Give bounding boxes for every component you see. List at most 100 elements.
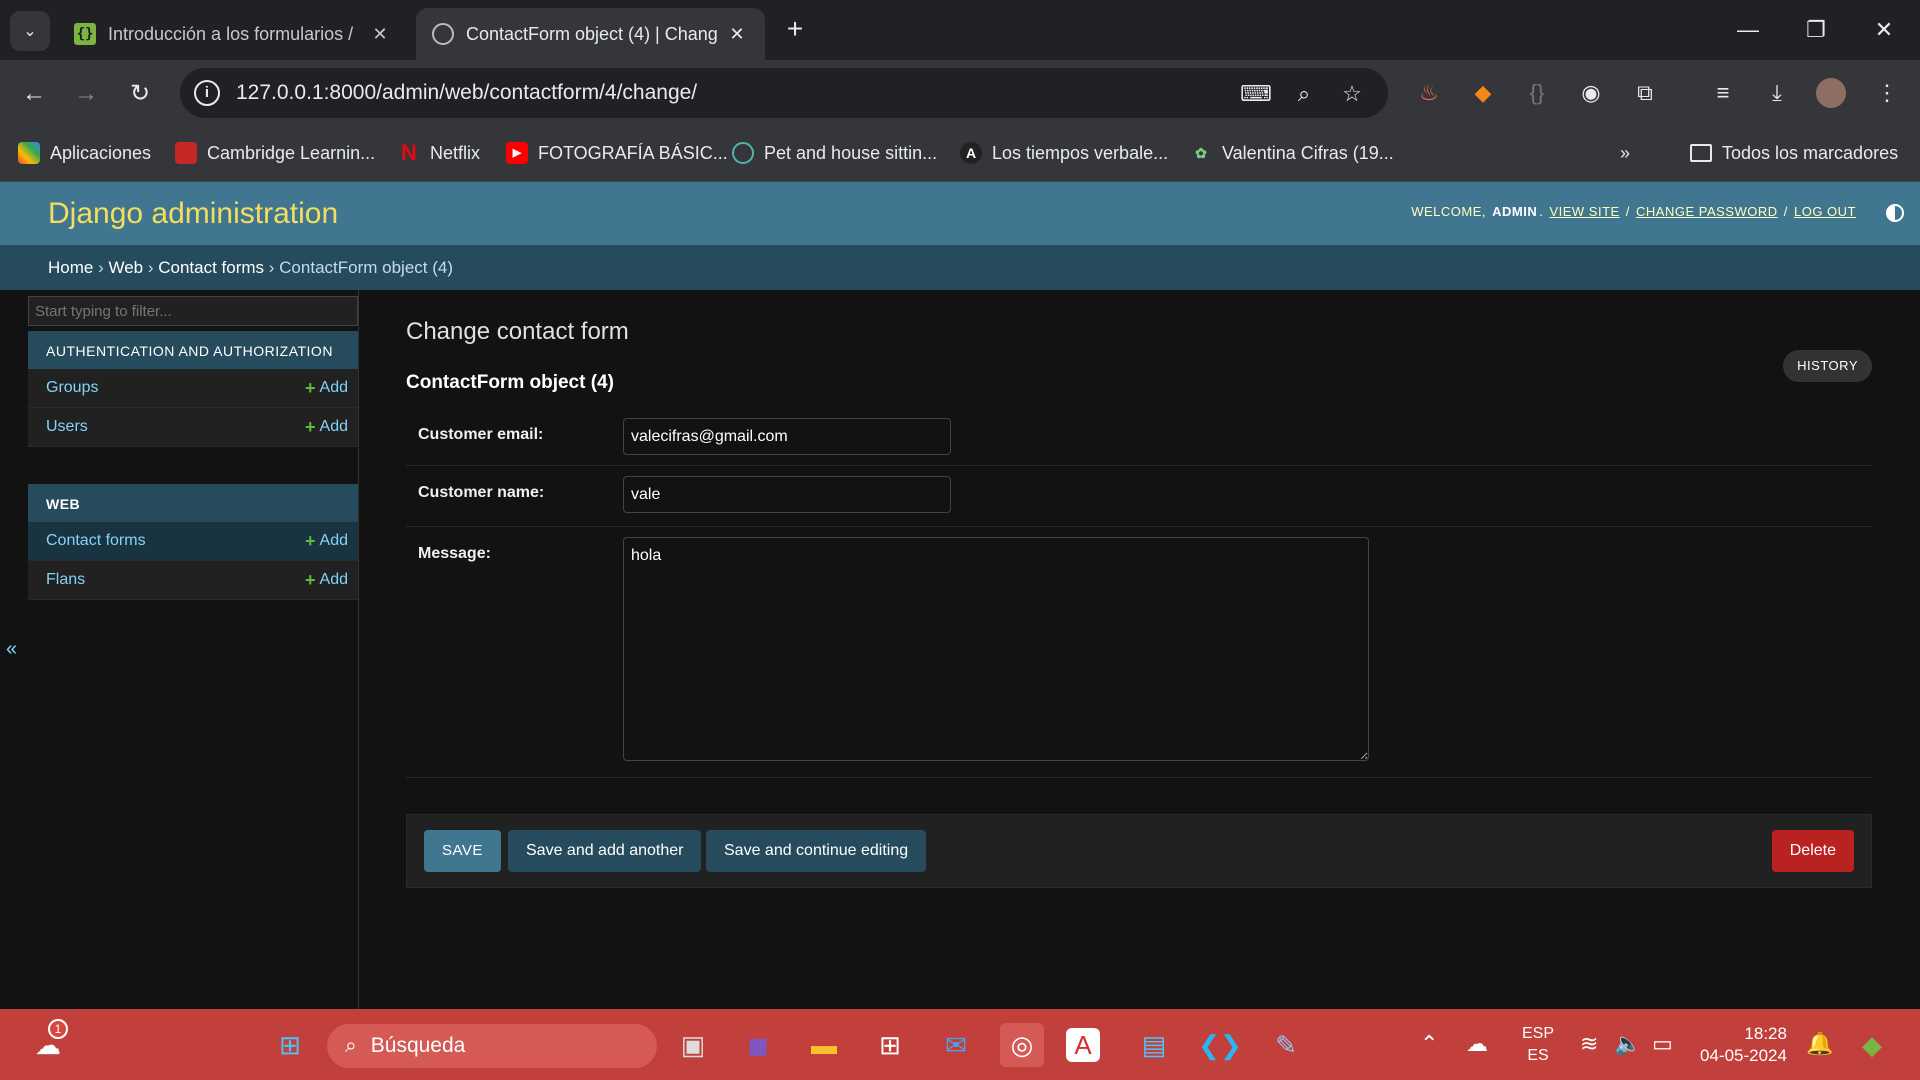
bookmark-apps[interactable]: Aplicaciones xyxy=(18,138,151,168)
bell-icon[interactable]: 🔔 xyxy=(1806,1031,1833,1057)
close-window-icon[interactable]: ✕ xyxy=(1856,12,1912,48)
site-info-icon[interactable]: i xyxy=(194,80,220,106)
more-bookmarks-icon[interactable]: » xyxy=(1620,138,1630,168)
view-site-link[interactable]: VIEW SITE xyxy=(1549,204,1619,219)
close-tab-icon[interactable]: ✕ xyxy=(725,24,749,45)
save-and-add-another-button[interactable]: Save and add another xyxy=(508,830,702,872)
metamask-icon[interactable]: ◆ xyxy=(1466,76,1500,110)
close-tab-icon[interactable]: ✕ xyxy=(368,24,392,45)
sidebar-item-label[interactable]: Groups xyxy=(46,379,305,397)
form-row-message: Message: hola xyxy=(406,527,1872,778)
history-button[interactable]: HISTORY xyxy=(1783,350,1872,382)
bookmark-pet[interactable]: Pet and house sittin... xyxy=(732,138,937,168)
tab-search-button[interactable]: ⌄ xyxy=(10,11,50,51)
file-explorer-icon[interactable]: ▬ xyxy=(802,1023,846,1067)
profile-avatar[interactable] xyxy=(1816,78,1846,108)
chrome-icon[interactable]: ◎ xyxy=(1000,1023,1044,1067)
acrobat-icon[interactable]: A xyxy=(1066,1028,1100,1062)
onedrive-icon[interactable]: ☁ xyxy=(1466,1031,1488,1057)
paint-icon[interactable]: ✎ xyxy=(1264,1023,1308,1067)
sidebar-item-flans[interactable]: Flans + Add xyxy=(28,561,358,600)
zoom-icon[interactable]: ⌕ xyxy=(1288,78,1320,110)
bookmark-star-icon[interactable]: ☆ xyxy=(1336,78,1368,110)
reading-list-icon[interactable]: ≡ xyxy=(1706,76,1740,110)
json-extension-icon[interactable]: {} xyxy=(1520,76,1554,110)
wifi-icon[interactable]: ≋ xyxy=(1580,1031,1598,1057)
address-bar[interactable]: i 127.0.0.1:8000/admin/web/contactform/4… xyxy=(180,68,1388,118)
theme-toggle-icon[interactable] xyxy=(1886,204,1904,222)
battery-icon[interactable]: ▭ xyxy=(1652,1031,1673,1057)
start-windows-icon[interactable]: ⊞ xyxy=(268,1023,312,1067)
all-bookmarks-label: Todos los marcadores xyxy=(1722,142,1899,163)
bookmark-tiempos[interactable]: A Los tiempos verbale... xyxy=(960,138,1168,168)
pet-icon xyxy=(732,142,754,164)
back-icon[interactable]: ← xyxy=(14,74,54,114)
browser-tab-strip: ⌄ {} Introducción a los formularios / ✕ … xyxy=(0,0,1920,60)
bookmark-youtube[interactable]: ▶ FOTOGRAFÍA BÁSIC... xyxy=(506,138,728,168)
fire-extension-icon[interactable]: ♨ xyxy=(1412,76,1446,110)
download-icon[interactable]: ⤓ xyxy=(1760,76,1794,110)
extensions-icon[interactable]: ⧉ xyxy=(1628,76,1662,110)
module-caption[interactable]: AUTHENTICATION AND AUTHORIZATION xyxy=(28,331,358,369)
change-password-link[interactable]: CHANGE PASSWORD xyxy=(1636,204,1778,219)
email-field[interactable] xyxy=(623,418,951,455)
add-link[interactable]: Add xyxy=(320,532,348,550)
module-auth: AUTHENTICATION AND AUTHORIZATION Groups +… xyxy=(28,331,358,447)
copilot-icon[interactable]: ◆ xyxy=(1850,1023,1894,1067)
browser-tab-1[interactable]: {} Introducción a los formularios / ✕ xyxy=(58,8,408,60)
bookmark-netflix[interactable]: N Netflix xyxy=(398,138,480,168)
all-bookmarks[interactable]: Todos los marcadores xyxy=(1690,138,1898,168)
log-out-link[interactable]: LOG OUT xyxy=(1794,204,1856,219)
bookmark-label: Cambridge Learnin... xyxy=(207,142,376,163)
chevron-up-icon[interactable]: ⌃ xyxy=(1420,1031,1438,1057)
add-link[interactable]: Add xyxy=(320,571,348,589)
notepad-icon[interactable]: ▤ xyxy=(1132,1023,1176,1067)
breadcrumb-app[interactable]: Web xyxy=(108,258,143,277)
tab-title: ContactForm object (4) | Chang xyxy=(466,23,718,44)
sidebar-item-label[interactable]: Flans xyxy=(46,571,305,589)
save-and-continue-button[interactable]: Save and continue editing xyxy=(706,830,927,872)
vscode-icon[interactable]: ❮❯ xyxy=(1198,1023,1242,1067)
language-indicator[interactable]: ESP ES xyxy=(1522,1023,1554,1067)
add-link[interactable]: Add xyxy=(320,379,348,397)
menu-dots-icon[interactable]: ⋮ xyxy=(1870,76,1904,110)
store-icon[interactable]: ⊞ xyxy=(868,1023,912,1067)
name-field[interactable] xyxy=(623,476,951,513)
user-tools: WELCOME, ADMIN. VIEW SITE / CHANGE PASSW… xyxy=(1411,204,1856,219)
minimize-icon[interactable]: — xyxy=(1720,12,1776,48)
sidebar-collapse-icon[interactable]: « xyxy=(6,638,17,661)
message-textarea[interactable]: hola xyxy=(623,537,1369,761)
bookmark-cambridge[interactable]: Cambridge Learnin... xyxy=(175,138,375,168)
meet-icon[interactable]: ◼ xyxy=(736,1023,780,1067)
url-text[interactable]: 127.0.0.1:8000/admin/web/contactform/4/c… xyxy=(236,81,697,105)
browser-tab-2-active[interactable]: ContactForm object (4) | Chang ✕ xyxy=(416,8,765,60)
translate-icon[interactable]: ⌨ xyxy=(1240,78,1272,110)
new-tab-button[interactable]: + xyxy=(780,14,810,44)
site-branding[interactable]: Django administration xyxy=(48,197,338,231)
module-caption[interactable]: WEB xyxy=(28,484,358,522)
forward-icon[interactable]: → xyxy=(66,74,106,114)
task-view-icon[interactable]: ▣ xyxy=(671,1023,715,1067)
add-link[interactable]: Add xyxy=(320,418,348,436)
restore-icon[interactable]: ❐ xyxy=(1788,12,1844,48)
mail-icon[interactable]: ✉ xyxy=(934,1023,978,1067)
sidebar-item-label[interactable]: Contact forms xyxy=(46,532,305,550)
name-label: Customer name: xyxy=(418,484,545,501)
add-icon: + xyxy=(305,416,316,437)
delete-button[interactable]: Delete xyxy=(1771,830,1854,872)
screen-record-icon[interactable]: ◉ xyxy=(1574,76,1608,110)
sidebar-item-label[interactable]: Users xyxy=(46,418,305,436)
save-button[interactable]: SAVE xyxy=(424,830,501,872)
sidebar-item-groups[interactable]: Groups + Add xyxy=(28,369,358,408)
taskbar-search[interactable]: ⌕ Búsqueda xyxy=(327,1024,657,1068)
clock[interactable]: 18:28 04-05-2024 xyxy=(1700,1023,1787,1067)
breadcrumb-model[interactable]: Contact forms xyxy=(158,258,264,277)
sidebar-item-users[interactable]: Users + Add xyxy=(28,408,358,447)
breadcrumb-home[interactable]: Home xyxy=(48,258,93,277)
nav-filter-input[interactable] xyxy=(28,296,358,326)
sidebar-item-contact-forms[interactable]: Contact forms + Add xyxy=(28,522,358,561)
bookmark-valentina[interactable]: ✿ Valentina Cifras (19... xyxy=(1190,138,1394,168)
bookmarks-bar: Aplicaciones Cambridge Learnin... N Netfl… xyxy=(0,126,1920,182)
reload-icon[interactable]: ↻ xyxy=(120,74,160,114)
volume-icon[interactable]: 🔈 xyxy=(1614,1031,1641,1057)
